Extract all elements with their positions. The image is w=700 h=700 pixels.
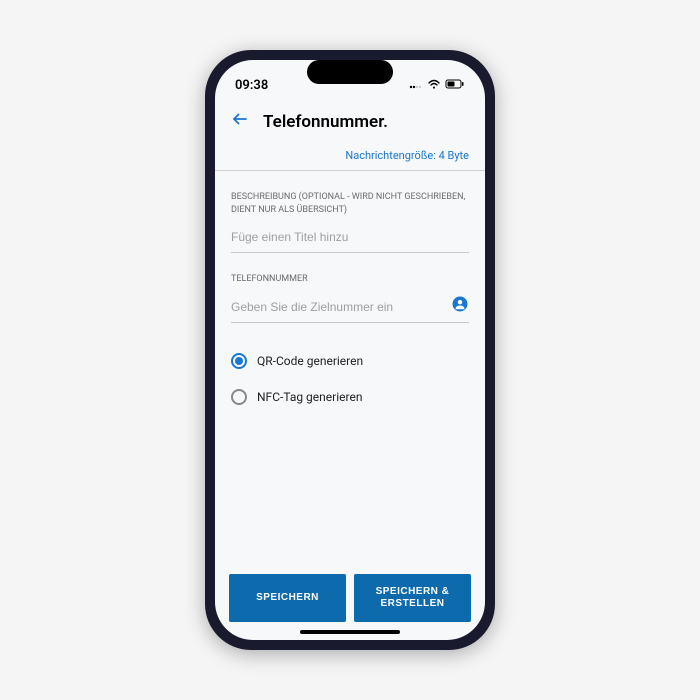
page-title: Telefonnummer. bbox=[263, 112, 388, 132]
phone-field-group: TELEFONNUMMER bbox=[231, 273, 469, 323]
message-size-label: Nachrichtengröße: 4 Byte bbox=[215, 145, 485, 171]
phone-label: TELEFONNUMMER bbox=[231, 273, 469, 286]
description-input[interactable] bbox=[231, 224, 469, 253]
output-type-radio-group: QR-Code generieren NFC-Tag generieren bbox=[231, 343, 469, 415]
phone-frame: 09:38 Telefonnummer. Nachrichtengröße: 4… bbox=[205, 50, 495, 650]
radio-unchecked-icon bbox=[231, 389, 247, 405]
status-time: 09:38 bbox=[235, 78, 268, 93]
description-field-group: BESCHREIBUNG (OPTIONAL - Wird nicht gesc… bbox=[231, 191, 469, 253]
save-create-button[interactable]: SPEICHERN & ERSTELLEN bbox=[354, 574, 471, 622]
back-arrow-icon[interactable] bbox=[231, 110, 249, 133]
radio-qr-code[interactable]: QR-Code generieren bbox=[231, 343, 469, 379]
action-button-bar: SPEICHERN SPEICHERN & ERSTELLEN bbox=[215, 564, 485, 640]
phone-notch bbox=[307, 60, 393, 84]
save-button[interactable]: SPEICHERN bbox=[229, 574, 346, 622]
phone-screen: 09:38 Telefonnummer. Nachrichtengröße: 4… bbox=[215, 60, 485, 640]
battery-icon bbox=[445, 78, 465, 93]
radio-nfc-tag[interactable]: NFC-Tag generieren bbox=[231, 379, 469, 415]
contact-picker-icon[interactable] bbox=[451, 295, 469, 321]
radio-checked-icon bbox=[231, 353, 247, 369]
form-content: BESCHREIBUNG (OPTIONAL - Wird nicht gesc… bbox=[215, 171, 485, 564]
wifi-icon bbox=[427, 78, 441, 93]
home-indicator[interactable] bbox=[300, 630, 400, 634]
status-indicators bbox=[409, 78, 465, 93]
phone-input[interactable] bbox=[231, 294, 445, 322]
description-label: BESCHREIBUNG (OPTIONAL - Wird nicht gesc… bbox=[231, 191, 469, 216]
radio-nfc-label: NFC-Tag generieren bbox=[257, 390, 362, 404]
app-header: Telefonnummer. bbox=[215, 102, 485, 145]
signal-icon bbox=[409, 78, 423, 93]
radio-qr-label: QR-Code generieren bbox=[257, 354, 363, 368]
